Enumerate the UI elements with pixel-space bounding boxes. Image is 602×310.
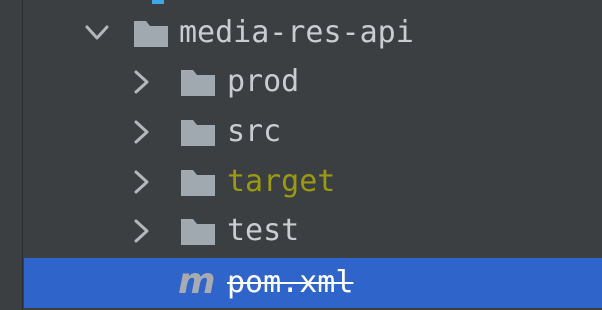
tree-item-prod[interactable]: prod: [0, 57, 602, 107]
folder-icon: [181, 219, 215, 245]
tree-item-label: prod: [227, 64, 300, 99]
chevron-right-icon[interactable]: [124, 115, 158, 149]
tree-item-pom-xml[interactable]: m pom.xml: [24, 258, 602, 308]
chevron-right-icon[interactable]: [124, 165, 158, 199]
chevron-right-icon[interactable]: [124, 214, 158, 248]
tree-item-src[interactable]: src: [0, 107, 602, 157]
maven-m-icon: m: [178, 261, 216, 302]
folder-icon: [134, 21, 168, 47]
tree-item-media-res-api[interactable]: media-res-api: [0, 8, 602, 58]
tree-item-target[interactable]: target: [0, 157, 602, 207]
folder-icon: [181, 120, 215, 146]
tree-item-label: src: [227, 114, 282, 149]
tree-item-label: test: [227, 213, 300, 248]
tree-item-label: pom.xml: [227, 265, 354, 300]
tree-item-label: media-res-api: [179, 15, 414, 50]
folder-icon: [181, 170, 215, 196]
chevron-down-icon[interactable]: [80, 16, 114, 50]
chevron-right-icon[interactable]: [124, 65, 158, 99]
tree-item-label: target: [227, 164, 336, 199]
tree-item-test[interactable]: test: [0, 206, 602, 256]
folder-icon: [181, 70, 215, 96]
project-tree: media-res-api prod src target test m pom…: [0, 0, 602, 310]
